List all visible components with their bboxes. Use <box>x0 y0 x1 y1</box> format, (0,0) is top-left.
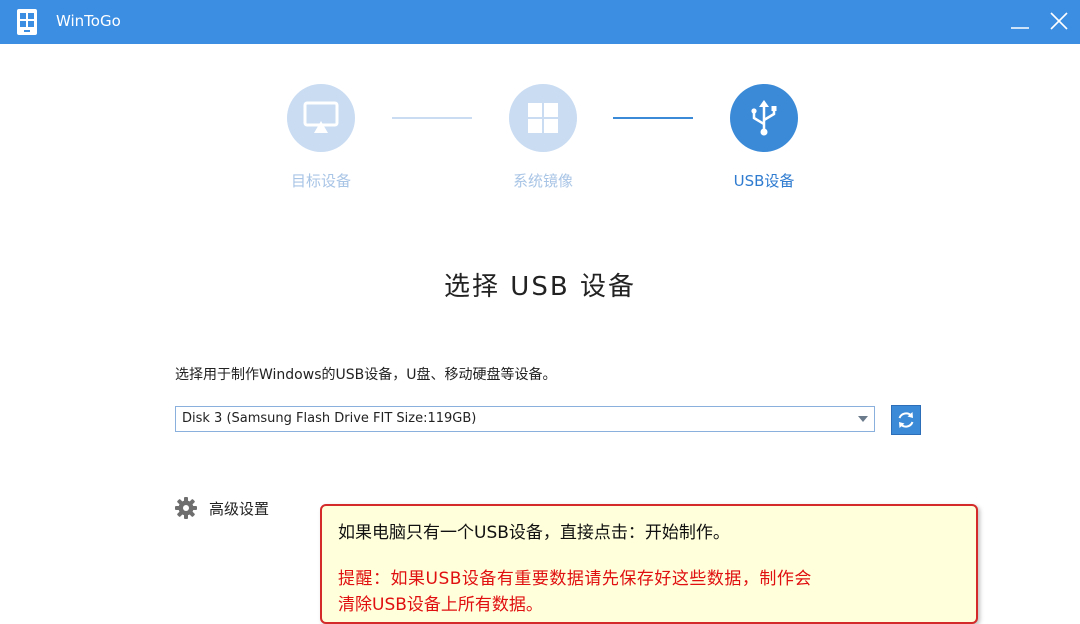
step-label: 目标设备 <box>290 172 351 190</box>
refresh-icon <box>898 412 914 428</box>
step-connector <box>392 117 472 119</box>
step-target-device[interactable]: 目标设备 <box>261 84 381 191</box>
advanced-settings-label: 高级设置 <box>209 500 270 518</box>
window-title: WinToGo <box>56 12 121 30</box>
gear-icon <box>175 497 197 519</box>
close-icon[interactable] <box>1046 8 1072 34</box>
selected-device-value: Disk 3 (Samsung Flash Drive FIT Size:119… <box>182 411 477 426</box>
hint-tooltip: 如果电脑只有一个USB设备，直接点击：开始制作。 提醒：如果USB设备有重要数据… <box>320 504 978 624</box>
step-connector <box>613 117 693 119</box>
usb-device-select[interactable]: Disk 3 (Samsung Flash Drive FIT Size:119… <box>175 406 875 432</box>
refresh-button[interactable] <box>891 405 921 435</box>
page-title: 选择 USB 设备 <box>444 272 636 302</box>
windows-logo-icon <box>528 103 558 133</box>
description-text: 选择用于制作Windows的USB设备，U盘、移动硬盘等设备。 <box>175 367 557 383</box>
tooltip-warning-line: 提醒：如果USB设备有重要数据请先保存好这些数据，制作会 <box>338 569 812 589</box>
step-label: USB设备 <box>733 172 795 190</box>
step-usb-device[interactable]: USB设备 <box>704 84 824 191</box>
chevron-down-icon[interactable] <box>858 416 868 422</box>
step-circle <box>509 84 577 152</box>
title-bar: WinToGo <box>0 0 1080 44</box>
minimize-icon[interactable] <box>1007 8 1033 34</box>
step-system-image[interactable]: 系统镜像 <box>483 84 603 191</box>
monitor-icon <box>303 101 339 133</box>
step-circle <box>730 84 798 152</box>
tooltip-line: 如果电脑只有一个USB设备，直接点击：开始制作。 <box>338 523 730 543</box>
usb-icon <box>751 100 777 136</box>
step-circle <box>287 84 355 152</box>
app-logo-icon <box>17 9 37 35</box>
step-label: 系统镜像 <box>512 172 573 190</box>
